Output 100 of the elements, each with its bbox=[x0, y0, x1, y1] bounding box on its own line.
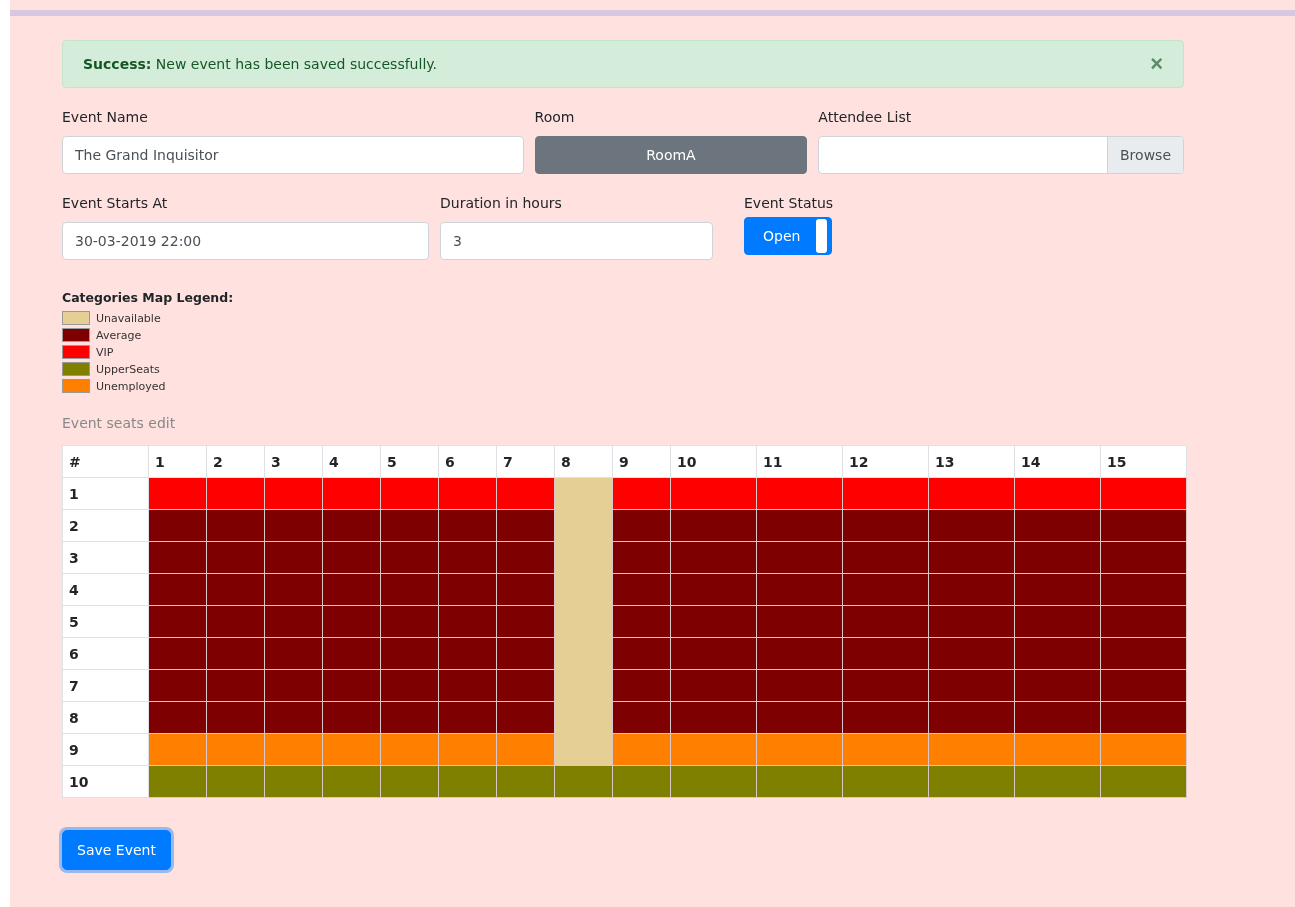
seat-cell[interactable] bbox=[554, 509, 613, 542]
seat-cell[interactable] bbox=[264, 477, 323, 510]
seat-cell[interactable] bbox=[928, 701, 1015, 734]
seat-cell[interactable] bbox=[1100, 605, 1187, 638]
seat-cell[interactable] bbox=[264, 573, 323, 606]
seat-cell[interactable] bbox=[496, 477, 555, 510]
room-dropdown[interactable]: RoomA bbox=[534, 136, 808, 174]
seat-cell[interactable] bbox=[612, 605, 671, 638]
seat-cell[interactable] bbox=[928, 765, 1015, 798]
seat-cell[interactable] bbox=[380, 701, 439, 734]
seat-cell[interactable] bbox=[438, 669, 497, 702]
seat-cell[interactable] bbox=[264, 765, 323, 798]
seat-cell[interactable] bbox=[1100, 765, 1187, 798]
seat-cell[interactable] bbox=[264, 701, 323, 734]
seat-cell[interactable] bbox=[612, 509, 671, 542]
seat-cell[interactable] bbox=[928, 477, 1015, 510]
seat-cell[interactable] bbox=[148, 733, 207, 766]
seat-cell[interactable] bbox=[928, 669, 1015, 702]
seat-cell[interactable] bbox=[612, 669, 671, 702]
duration-field[interactable]: 3 bbox=[440, 222, 713, 260]
seat-cell[interactable] bbox=[554, 669, 613, 702]
seat-cell[interactable] bbox=[322, 541, 381, 574]
seat-cell[interactable] bbox=[1014, 637, 1101, 670]
seat-cell[interactable] bbox=[928, 573, 1015, 606]
seat-cell[interactable] bbox=[1014, 701, 1101, 734]
seat-cell[interactable] bbox=[928, 541, 1015, 574]
seat-cell[interactable] bbox=[264, 605, 323, 638]
seat-cell[interactable] bbox=[928, 605, 1015, 638]
seat-cell[interactable] bbox=[670, 509, 757, 542]
seat-cell[interactable] bbox=[438, 701, 497, 734]
seat-cell[interactable] bbox=[206, 477, 265, 510]
seat-cell[interactable] bbox=[264, 669, 323, 702]
seat-cell[interactable] bbox=[554, 541, 613, 574]
seat-cell[interactable] bbox=[322, 637, 381, 670]
seat-cell[interactable] bbox=[756, 669, 843, 702]
seat-cell[interactable] bbox=[756, 733, 843, 766]
seat-cell[interactable] bbox=[1100, 637, 1187, 670]
seat-cell[interactable] bbox=[1100, 669, 1187, 702]
seat-cell[interactable] bbox=[1014, 669, 1101, 702]
seat-cell[interactable] bbox=[438, 509, 497, 542]
seat-cell[interactable] bbox=[842, 509, 929, 542]
seat-cell[interactable] bbox=[842, 701, 929, 734]
seat-cell[interactable] bbox=[322, 701, 381, 734]
seat-cell[interactable] bbox=[438, 733, 497, 766]
seat-cell[interactable] bbox=[1014, 605, 1101, 638]
seat-cell[interactable] bbox=[322, 669, 381, 702]
seat-cell[interactable] bbox=[842, 765, 929, 798]
seat-cell[interactable] bbox=[612, 573, 671, 606]
seat-cell[interactable] bbox=[612, 733, 671, 766]
seat-cell[interactable] bbox=[554, 605, 613, 638]
seat-cell[interactable] bbox=[380, 605, 439, 638]
seat-cell[interactable] bbox=[670, 701, 757, 734]
date-time-field[interactable]: 30-03-2019 22:00 bbox=[62, 222, 429, 260]
seat-cell[interactable] bbox=[928, 733, 1015, 766]
seat-cell[interactable] bbox=[1014, 541, 1101, 574]
seat-cell[interactable] bbox=[842, 605, 929, 638]
seat-cell[interactable] bbox=[756, 637, 843, 670]
seat-cell[interactable] bbox=[322, 573, 381, 606]
seat-cell[interactable] bbox=[438, 765, 497, 798]
seat-cell[interactable] bbox=[148, 509, 207, 542]
seat-cell[interactable] bbox=[612, 541, 671, 574]
browse-button[interactable]: Browse bbox=[1107, 137, 1183, 173]
file-input-field[interactable]: Browse bbox=[818, 136, 1184, 174]
seat-cell[interactable] bbox=[206, 733, 265, 766]
seat-cell[interactable] bbox=[1100, 477, 1187, 510]
seat-cell[interactable] bbox=[670, 541, 757, 574]
seat-cell[interactable] bbox=[206, 765, 265, 798]
seat-cell[interactable] bbox=[1014, 477, 1101, 510]
seat-cell[interactable] bbox=[1100, 573, 1187, 606]
seat-cell[interactable] bbox=[264, 541, 323, 574]
seat-cell[interactable] bbox=[148, 605, 207, 638]
seat-cell[interactable] bbox=[612, 477, 671, 510]
seat-cell[interactable] bbox=[496, 733, 555, 766]
seat-cell[interactable] bbox=[148, 701, 207, 734]
seat-cell[interactable] bbox=[756, 477, 843, 510]
seat-cell[interactable] bbox=[380, 541, 439, 574]
seat-cell[interactable] bbox=[842, 477, 929, 510]
seat-cell[interactable] bbox=[148, 669, 207, 702]
status-toggle[interactable]: Open bbox=[744, 217, 832, 255]
seat-cell[interactable] bbox=[496, 573, 555, 606]
seat-cell[interactable] bbox=[1100, 733, 1187, 766]
seat-cell[interactable] bbox=[1014, 573, 1101, 606]
seat-cell[interactable] bbox=[612, 765, 671, 798]
seat-cell[interactable] bbox=[670, 669, 757, 702]
seat-cell[interactable] bbox=[756, 509, 843, 542]
seat-cell[interactable] bbox=[612, 637, 671, 670]
save-event-button[interactable]: Save Event bbox=[62, 830, 171, 870]
seat-cell[interactable] bbox=[1100, 541, 1187, 574]
seat-cell[interactable] bbox=[264, 509, 323, 542]
seat-cell[interactable] bbox=[380, 509, 439, 542]
seat-cell[interactable] bbox=[206, 541, 265, 574]
seat-cell[interactable] bbox=[264, 733, 323, 766]
seat-cell[interactable] bbox=[322, 605, 381, 638]
seat-cell[interactable] bbox=[554, 573, 613, 606]
seat-cell[interactable] bbox=[206, 701, 265, 734]
seat-cell[interactable] bbox=[206, 509, 265, 542]
seat-cell[interactable] bbox=[756, 541, 843, 574]
seat-cell[interactable] bbox=[148, 477, 207, 510]
event-name-field[interactable]: The Grand Inquisitor bbox=[62, 136, 524, 174]
seat-cell[interactable] bbox=[496, 541, 555, 574]
